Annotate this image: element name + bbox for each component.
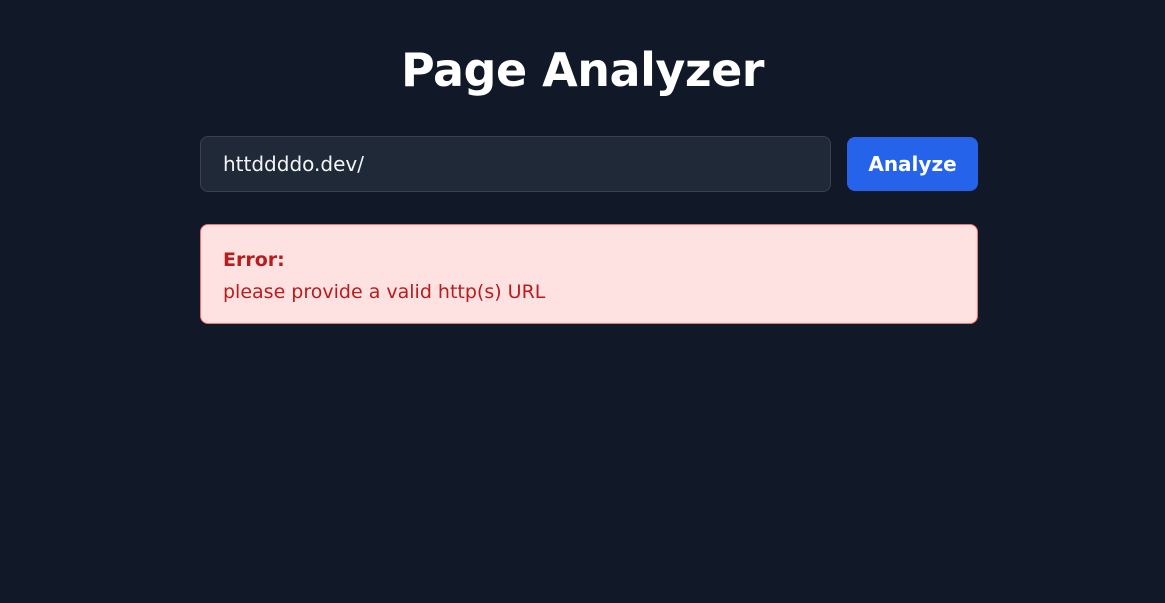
- analyze-button[interactable]: Analyze: [847, 137, 978, 191]
- error-alert: Error: please provide a valid http(s) UR…: [200, 224, 978, 324]
- error-title: Error:: [223, 249, 285, 271]
- error-message: please provide a valid http(s) URL: [223, 281, 546, 303]
- url-input[interactable]: [200, 136, 831, 192]
- page-title: Page Analyzer: [401, 43, 764, 97]
- page: Page Analyzer Analyze Error: please prov…: [0, 0, 1165, 603]
